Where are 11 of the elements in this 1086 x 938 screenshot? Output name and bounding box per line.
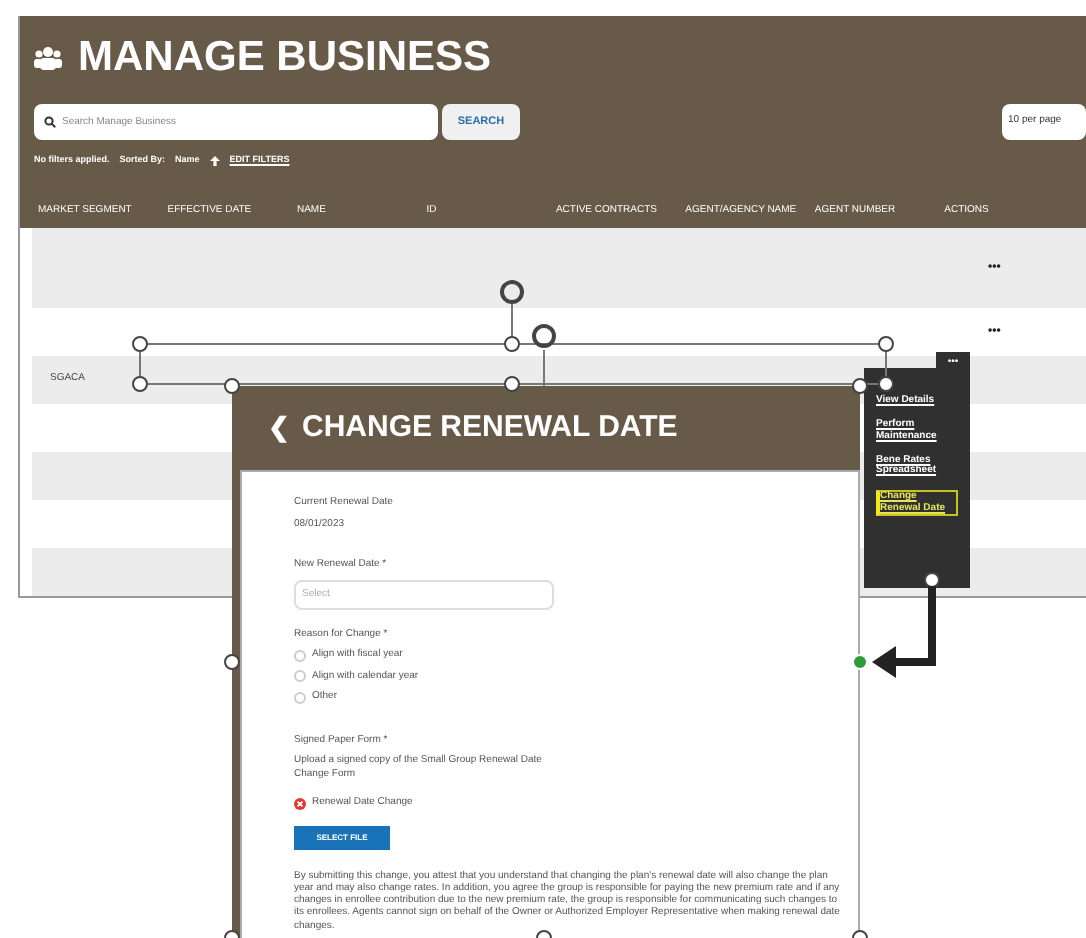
page-title: MANAGE BUSINESS	[78, 36, 492, 78]
connector-arrow	[872, 586, 936, 678]
radio-button[interactable]	[294, 670, 306, 683]
users-icon	[34, 45, 62, 69]
radio-button[interactable]	[294, 691, 306, 704]
error-icon	[294, 797, 306, 810]
back-button[interactable]: ❮	[268, 408, 290, 448]
dialog-title: CHANGE RENEWAL DATE	[302, 407, 678, 448]
search-icon	[44, 116, 56, 128]
up-arrow-icon	[209, 155, 220, 166]
radio-button[interactable]	[294, 649, 306, 662]
